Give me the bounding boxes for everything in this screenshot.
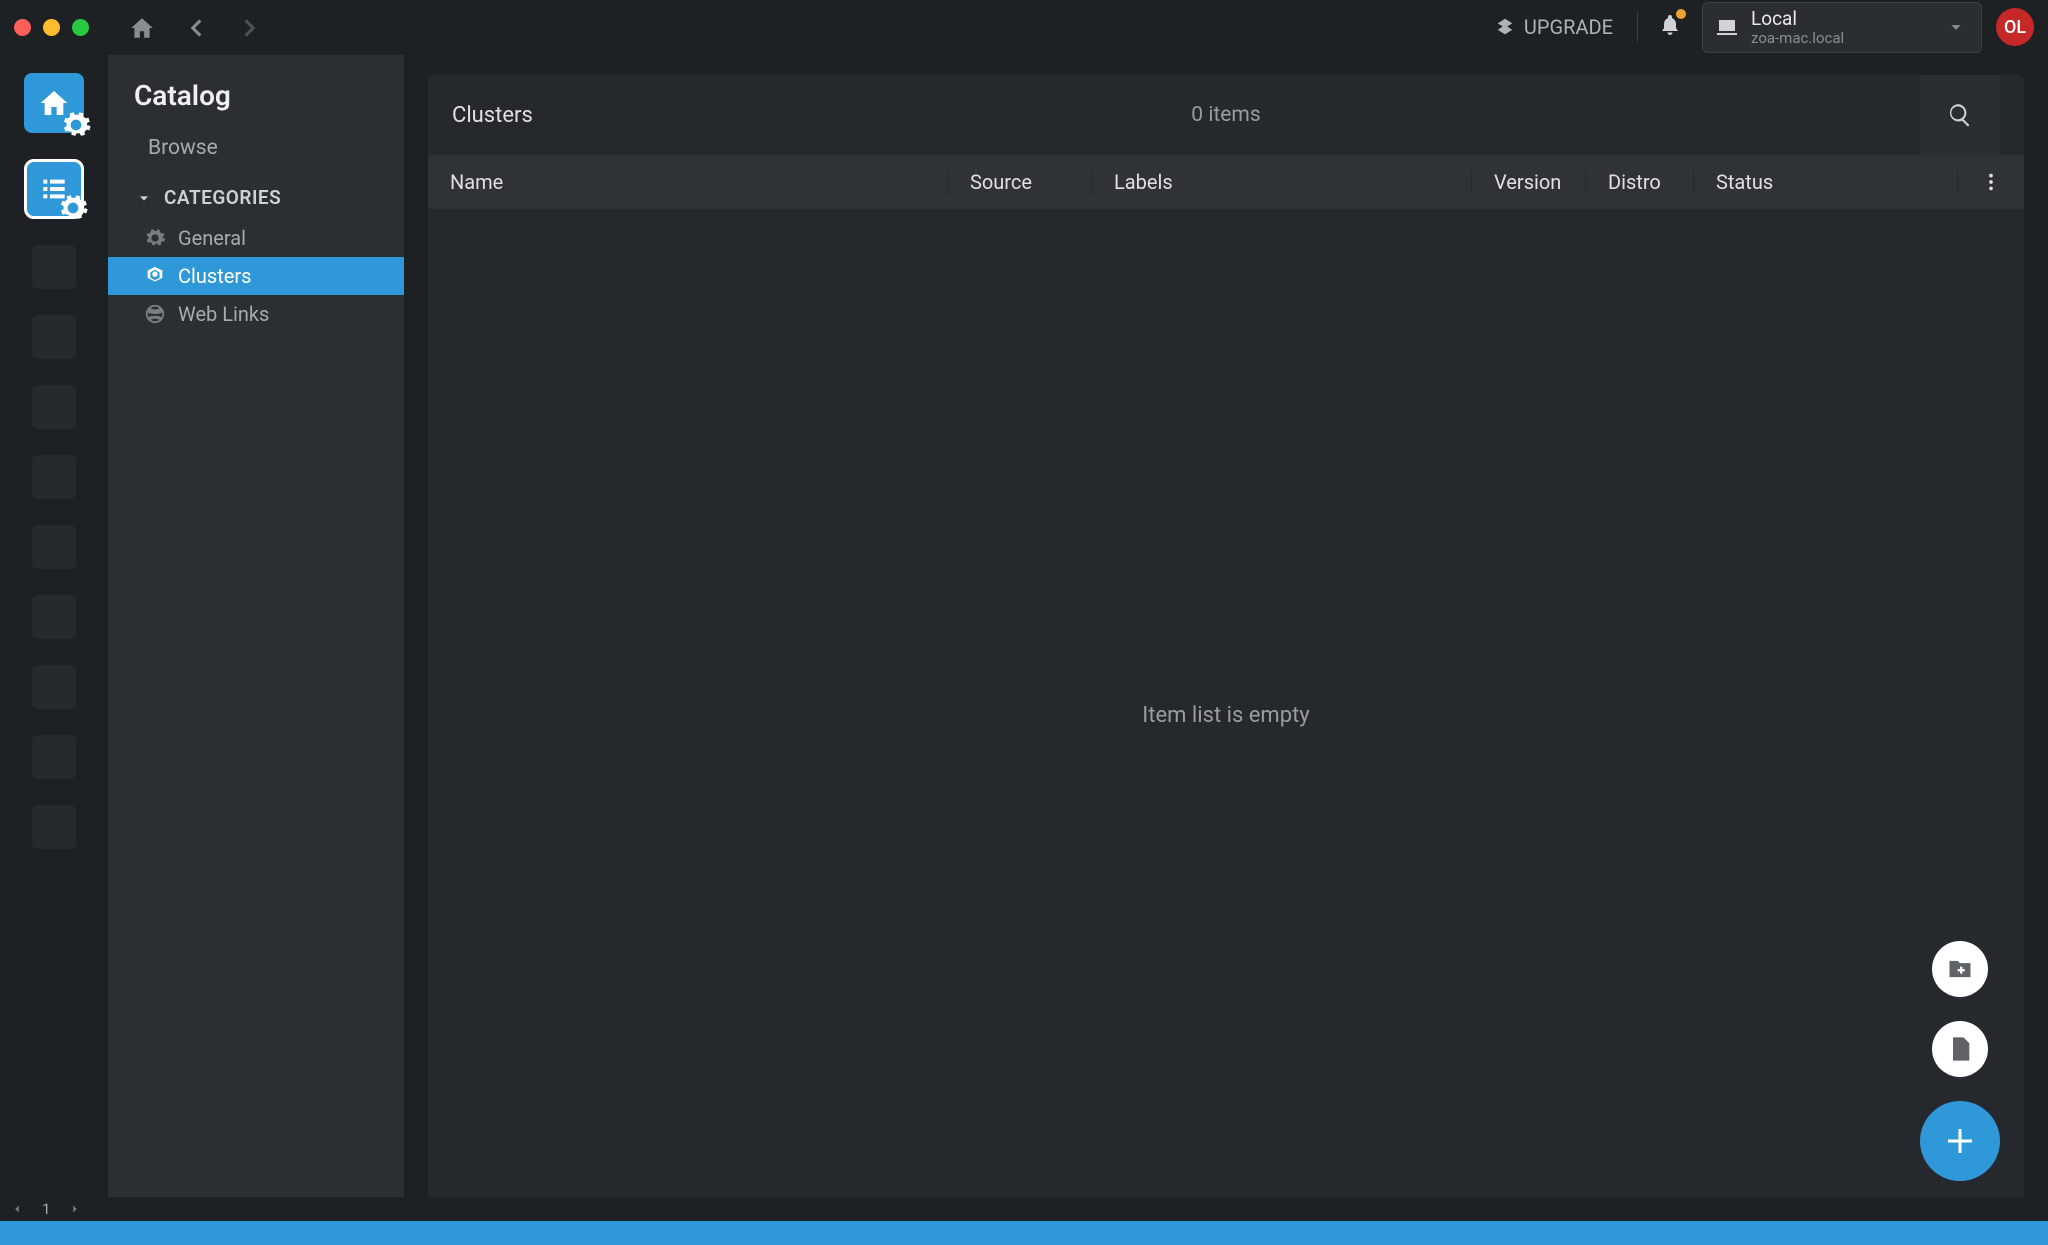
sidebar-categories-header[interactable]: CATEGORIES	[108, 170, 404, 219]
column-status[interactable]: Status	[1694, 170, 1958, 194]
empty-state: Item list is empty	[428, 209, 2024, 1221]
forward-icon[interactable]	[237, 15, 263, 41]
column-distro[interactable]: Distro	[1586, 170, 1694, 194]
host-name: Local	[1751, 9, 1844, 30]
item-count: 0 items	[1191, 103, 1260, 127]
window-minimize-button[interactable]	[43, 19, 60, 36]
gear-icon[interactable]	[57, 192, 89, 224]
search-button[interactable]	[1920, 75, 2000, 155]
folder-plus-icon	[1946, 955, 1974, 983]
activity-bar	[0, 55, 108, 1221]
column-version[interactable]: Version	[1472, 170, 1586, 194]
sidebar-item-clusters[interactable]: Clusters	[108, 257, 404, 295]
column-source[interactable]: Source	[948, 170, 1092, 194]
activity-placeholder[interactable]	[32, 525, 76, 569]
notifications-button[interactable]	[1652, 7, 1688, 47]
window-controls	[14, 19, 89, 36]
fab-add-folder[interactable]	[1932, 941, 1988, 997]
upgrade-icon	[1494, 16, 1516, 38]
host-text: Local zoa-mac.local	[1751, 9, 1844, 46]
activity-placeholder[interactable]	[32, 665, 76, 709]
globe-icon	[144, 303, 166, 325]
sidebar: Catalog Browse CATEGORIES General Cluste…	[108, 55, 404, 1221]
divider	[1637, 12, 1638, 42]
fab-add-file[interactable]	[1932, 1021, 1988, 1077]
avatar[interactable]: OL	[1996, 8, 2034, 46]
upgrade-button[interactable]: UPGRADE	[1484, 9, 1623, 45]
notification-badge	[1676, 9, 1686, 19]
host-sub: zoa-mac.local	[1751, 30, 1844, 47]
clusters-panel: Clusters 0 items Name Source Labels Vers…	[428, 75, 2024, 1221]
sidebar-item-label: Browse	[148, 136, 218, 160]
avatar-initials: OL	[2004, 17, 2026, 38]
column-name[interactable]: Name	[428, 170, 948, 194]
nav-icons	[129, 15, 263, 41]
chevron-down-icon	[1945, 16, 1967, 38]
more-vert-icon	[1980, 171, 2002, 193]
titlebar: UPGRADE Local zoa-mac.local OL	[0, 0, 2048, 55]
gear-icon	[144, 227, 166, 249]
pager: 1	[0, 1197, 2048, 1221]
pager-current: 1	[42, 1200, 50, 1218]
main-content: Clusters 0 items Name Source Labels Vers…	[404, 55, 2048, 1221]
panel-title: Clusters	[452, 103, 533, 128]
sidebar-title: Catalog	[108, 73, 404, 126]
sidebar-item-label: Web Links	[178, 302, 269, 326]
file-icon	[1946, 1035, 1974, 1063]
activity-placeholder[interactable]	[32, 735, 76, 779]
status-bar	[0, 1221, 2048, 1245]
panel-header: Clusters 0 items	[428, 75, 2024, 155]
kubernetes-icon	[144, 265, 166, 287]
gear-icon[interactable]	[60, 109, 92, 141]
activity-home-button[interactable]	[24, 73, 84, 133]
chevron-down-icon	[134, 188, 154, 208]
home-icon[interactable]	[129, 15, 155, 41]
sidebar-item-label: General	[178, 226, 246, 250]
host-selector[interactable]: Local zoa-mac.local	[1702, 2, 1982, 53]
activity-placeholder[interactable]	[32, 385, 76, 429]
activity-placeholder[interactable]	[32, 245, 76, 289]
search-icon	[1947, 102, 1973, 128]
sidebar-item-label: Clusters	[178, 264, 251, 288]
column-menu-button[interactable]	[1958, 171, 2024, 193]
pager-next-icon[interactable]	[68, 1202, 82, 1216]
pager-prev-icon[interactable]	[10, 1202, 24, 1216]
activity-placeholder[interactable]	[32, 455, 76, 499]
activity-placeholder[interactable]	[32, 595, 76, 639]
column-labels[interactable]: Labels	[1092, 170, 1472, 194]
activity-placeholder[interactable]	[32, 805, 76, 849]
empty-label: Item list is empty	[1142, 703, 1309, 728]
activity-catalog-button[interactable]	[24, 159, 84, 219]
sidebar-item-general[interactable]: General	[108, 219, 404, 257]
categories-label: CATEGORIES	[164, 186, 281, 209]
sidebar-item-browse[interactable]: Browse	[108, 126, 404, 170]
sidebar-item-weblinks[interactable]: Web Links	[108, 295, 404, 333]
table-header: Name Source Labels Version Distro Status	[428, 155, 2024, 209]
fab-add-button[interactable]	[1920, 1101, 2000, 1181]
upgrade-label: UPGRADE	[1524, 15, 1613, 39]
plus-icon	[1942, 1123, 1978, 1159]
back-icon[interactable]	[183, 15, 209, 41]
laptop-icon	[1715, 15, 1739, 39]
window-zoom-button[interactable]	[72, 19, 89, 36]
activity-placeholder[interactable]	[32, 315, 76, 359]
window-close-button[interactable]	[14, 19, 31, 36]
fab-stack	[1920, 941, 2000, 1181]
